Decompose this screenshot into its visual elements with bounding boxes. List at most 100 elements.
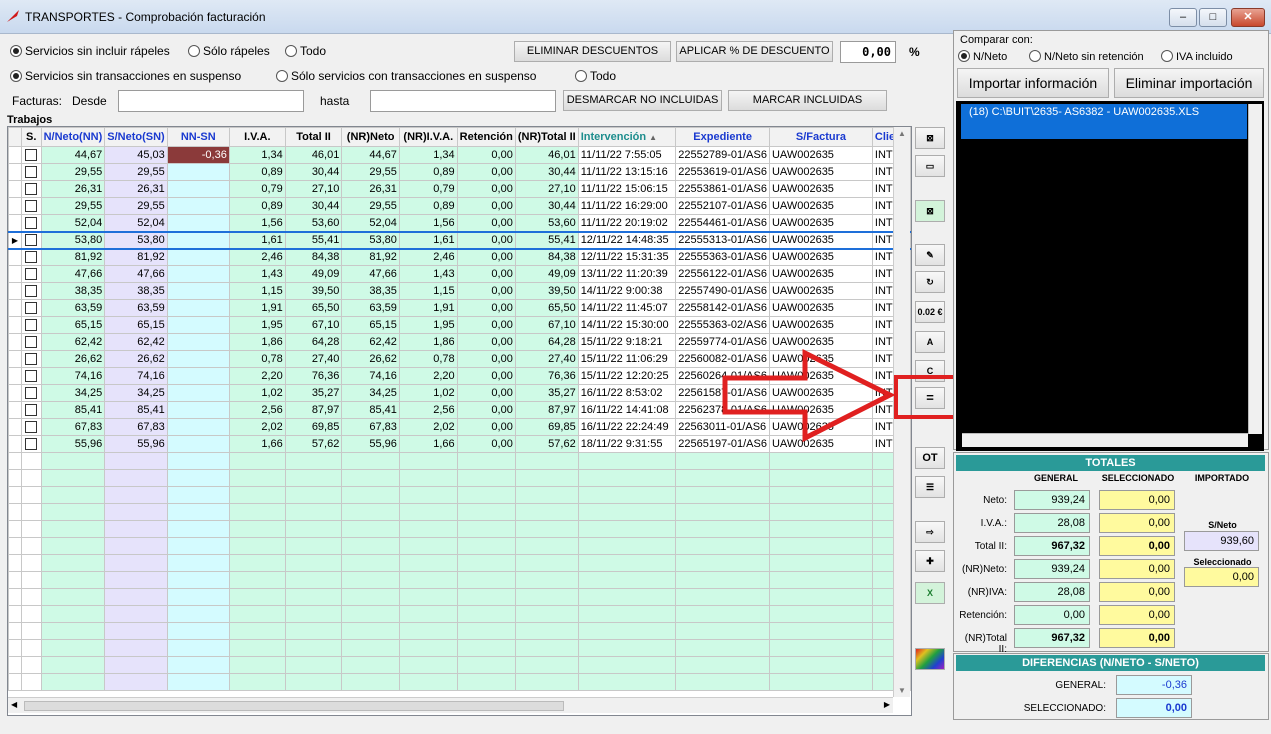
row-checkbox-cell[interactable] — [20, 333, 42, 351]
document-icon[interactable]: ☰ — [915, 476, 945, 498]
row-indicator[interactable] — [8, 418, 22, 436]
row-indicator[interactable] — [8, 299, 22, 317]
select-all-icon[interactable]: ⊠ — [915, 127, 945, 149]
row-checkbox[interactable] — [25, 149, 38, 162]
refresh-icon[interactable]: ↻ — [915, 271, 945, 293]
import-file-item[interactable]: (18) C:\BUIT\2635- AS6382 - UAW002635.XL… — [961, 104, 1247, 139]
table-row[interactable]: 29,55 29,55 0,89 30,44 29,55 0,89 0,00 30,44 11/… — [8, 163, 911, 181]
row-checkbox-cell[interactable] — [20, 401, 42, 419]
row-indicator[interactable] — [8, 197, 22, 215]
list-horizontal-scrollbar[interactable] — [962, 433, 1248, 447]
descuento-input[interactable]: 0,00 — [840, 41, 896, 63]
row-indicator[interactable] — [8, 163, 22, 181]
row-checkbox[interactable] — [25, 216, 38, 229]
row-checkbox[interactable] — [25, 285, 38, 298]
col-header[interactable]: Expediente — [675, 127, 770, 147]
eliminar-importacion-button[interactable]: Eliminar importación — [1114, 68, 1264, 98]
radio-todo-rapeles[interactable]: Todo — [285, 44, 326, 58]
row-checkbox-cell[interactable] — [20, 214, 42, 232]
scroll-up-icon[interactable]: ▲ — [894, 129, 910, 138]
scroll-left-icon[interactable]: ◀ — [11, 700, 17, 709]
row-checkbox[interactable] — [25, 370, 38, 383]
eliminar-descuentos-button[interactable]: ELIMINAR DESCUENTOS — [514, 41, 671, 62]
row-checkbox-cell[interactable] — [20, 197, 42, 215]
table-row[interactable]: 52,04 52,04 1,56 53,60 52,04 1,56 0,00 53,60 11/… — [8, 214, 911, 232]
row-indicator[interactable] — [8, 333, 22, 351]
row-checkbox-cell[interactable] — [20, 163, 42, 181]
table-row[interactable]: ▶ 53,80 53,80 1,61 55,41 53,80 1,61 0,00 55,41 12… — [8, 230, 911, 250]
minimize-button[interactable]: – — [1169, 8, 1197, 27]
row-indicator[interactable] — [8, 146, 22, 164]
row-checkbox[interactable] — [25, 268, 38, 281]
row-indicator[interactable] — [8, 248, 22, 266]
row-checkbox[interactable] — [25, 234, 38, 247]
row-checkbox[interactable] — [25, 183, 38, 196]
radio-todo-suspenso[interactable]: Todo — [575, 69, 616, 83]
desde-input[interactable] — [118, 90, 304, 112]
row-checkbox-cell[interactable] — [20, 230, 42, 250]
radio-nneto-sin-retencion[interactable]: N/Neto sin retención — [1029, 50, 1144, 63]
ot-button[interactable]: OT — [915, 447, 945, 469]
import-list[interactable] — [956, 101, 1264, 451]
add-icon[interactable]: ✚ — [915, 550, 945, 572]
table-row[interactable]: 38,35 38,35 1,15 39,50 38,35 1,15 0,00 39,50 14/… — [8, 282, 911, 300]
row-checkbox[interactable] — [25, 166, 38, 179]
scroll-thumb[interactable] — [24, 701, 564, 711]
col-header[interactable]: (NR)Total II — [514, 127, 579, 147]
radio-con-suspenso[interactable]: Sólo servicios con transacciones en susp… — [276, 69, 536, 83]
a-button[interactable]: A — [915, 331, 945, 353]
row-indicator[interactable] — [8, 282, 22, 300]
mark-icon[interactable]: ⊠ — [915, 200, 945, 222]
radio-sin-rapeles[interactable]: Servicios sin incluir rápeles — [10, 44, 170, 58]
col-header[interactable]: N/Neto(NN) — [40, 127, 106, 147]
importar-button[interactable]: Importar información — [957, 68, 1109, 98]
row-checkbox[interactable] — [25, 387, 38, 400]
split-icon[interactable]: ▭ — [915, 155, 945, 177]
radio-iva-incluido[interactable]: IVA incluido — [1161, 50, 1233, 63]
row-checkbox-cell[interactable] — [20, 435, 42, 453]
col-header-intervencion[interactable]: Intervención ▲ — [577, 127, 677, 147]
table-row[interactable]: 81,92 81,92 2,46 84,38 81,92 2,46 0,00 84,38 12/… — [8, 248, 911, 266]
marcar-button[interactable]: MARCAR INCLUIDAS — [728, 90, 887, 111]
row-checkbox-cell[interactable] — [20, 316, 42, 334]
list-vertical-scrollbar[interactable] — [1248, 104, 1262, 434]
row-checkbox[interactable] — [25, 438, 38, 451]
radio-sin-suspenso[interactable]: Servicios sin transacciones en suspenso — [10, 69, 241, 83]
row-checkbox-cell[interactable] — [20, 265, 42, 283]
row-indicator[interactable] — [8, 265, 22, 283]
row-indicator[interactable] — [8, 214, 22, 232]
desmarcar-button[interactable]: DESMARCAR NO INCLUIDAS — [563, 90, 722, 111]
excel-icon[interactable]: X — [915, 582, 945, 604]
row-checkbox[interactable] — [25, 336, 38, 349]
row-checkbox[interactable] — [25, 319, 38, 332]
color-palette-icon[interactable] — [915, 648, 945, 670]
row-checkbox[interactable] — [25, 421, 38, 434]
col-header[interactable]: Total II — [284, 127, 343, 147]
hasta-input[interactable] — [370, 90, 556, 112]
row-indicator[interactable] — [8, 350, 22, 368]
scroll-down-icon[interactable]: ▼ — [894, 686, 910, 695]
radio-solo-rapeles[interactable]: Sólo rápeles — [188, 44, 270, 58]
table-row[interactable]: 29,55 29,55 0,89 30,44 29,55 0,89 0,00 30,44 11/… — [8, 197, 911, 215]
table-row[interactable]: 26,31 26,31 0,79 27,10 26,31 0,79 0,00 27,10 11/… — [8, 180, 911, 198]
maximize-button[interactable]: □ — [1199, 8, 1227, 27]
col-header[interactable]: (NR)Neto — [341, 127, 400, 147]
col-header[interactable]: S/Factura — [768, 127, 873, 147]
row-indicator[interactable] — [8, 316, 22, 334]
table-row[interactable]: 65,15 65,15 1,95 67,10 65,15 1,95 0,00 67,10 14/… — [8, 316, 911, 334]
table-row[interactable]: 44,67 45,03 -0,36 1,34 46,01 44,67 1,34 0,00 46,… — [8, 146, 911, 164]
row-checkbox-cell[interactable] — [20, 350, 42, 368]
radio-nneto[interactable]: N/Neto — [958, 50, 1007, 63]
row-checkbox-cell[interactable] — [20, 146, 42, 164]
row-indicator[interactable] — [8, 367, 22, 385]
close-button[interactable]: ✕ — [1231, 8, 1265, 27]
table-row[interactable]: 47,66 47,66 1,43 49,09 47,66 1,43 0,00 49,09 13/… — [8, 265, 911, 283]
row-checkbox[interactable] — [25, 404, 38, 417]
table-row[interactable]: 63,59 63,59 1,91 65,50 63,59 1,91 0,00 65,50 14/… — [8, 299, 911, 317]
row-checkbox-cell[interactable] — [20, 367, 42, 385]
col-header[interactable]: Retención — [456, 127, 516, 147]
col-header[interactable]: S/Neto(SN) — [104, 127, 168, 147]
row-checkbox-cell[interactable] — [20, 384, 42, 402]
row-checkbox[interactable] — [25, 302, 38, 315]
row-checkbox-cell[interactable] — [20, 418, 42, 436]
